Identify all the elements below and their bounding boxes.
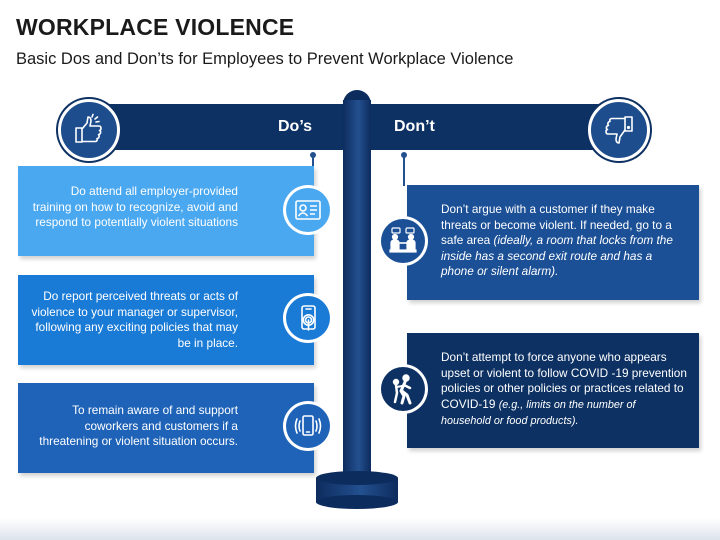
pole-base-top (316, 471, 398, 485)
donts-card-2-text: Don’t attempt to force anyone who appear… (441, 350, 687, 430)
dos-card-2-text: Do report perceived threats or acts of v… (31, 289, 238, 350)
pole (343, 100, 371, 478)
donts-card-1-icon-badge (378, 216, 428, 266)
thumbs-down-icon (605, 116, 633, 144)
pole-base-bottom (316, 495, 398, 509)
connector-right (403, 156, 405, 186)
page-title: WORKPLACE VIOLENCE (16, 14, 295, 40)
force-icon (392, 374, 412, 405)
connector-left-dot (310, 152, 316, 158)
connector-right-dot (401, 152, 407, 158)
dos-card-3-text: To remain aware of and support coworkers… (39, 403, 238, 448)
dos-card-3: To remain aware of and support coworkers… (18, 383, 314, 473)
donts-card-1-text: Don’t argue with a customer if they make… (441, 202, 687, 280)
argument-icon (389, 227, 417, 253)
dos-card-3-icon-badge (283, 401, 333, 451)
phone-alert-icon (294, 415, 322, 436)
donts-label: Don’t (394, 118, 435, 135)
id-card-icon (295, 200, 321, 220)
thumbs-down-badge (588, 99, 650, 161)
dos-label: Do’s (278, 118, 313, 135)
donts-card-2: Don’t attempt to force anyone who appear… (407, 333, 699, 448)
dos-card-1: Do attend all employer-provided training… (18, 166, 314, 256)
smartphone-touch-icon (301, 305, 316, 331)
donts-card-2-icon-badge (378, 364, 428, 414)
bottom-shadow (0, 518, 720, 540)
dos-card-2: Do report perceived threats or acts of v… (18, 275, 314, 365)
dos-card-2-icon-badge (283, 293, 333, 343)
donts-card-1: Don’t argue with a customer if they make… (407, 185, 699, 300)
thumbs-up-icon (75, 113, 102, 143)
dos-card-1-text: Do attend all employer-provided training… (32, 184, 238, 229)
page-subtitle: Basic Dos and Don’ts for Employees to Pr… (16, 50, 514, 68)
thumbs-up-badge (58, 99, 120, 161)
dos-card-1-icon-badge (283, 185, 333, 235)
